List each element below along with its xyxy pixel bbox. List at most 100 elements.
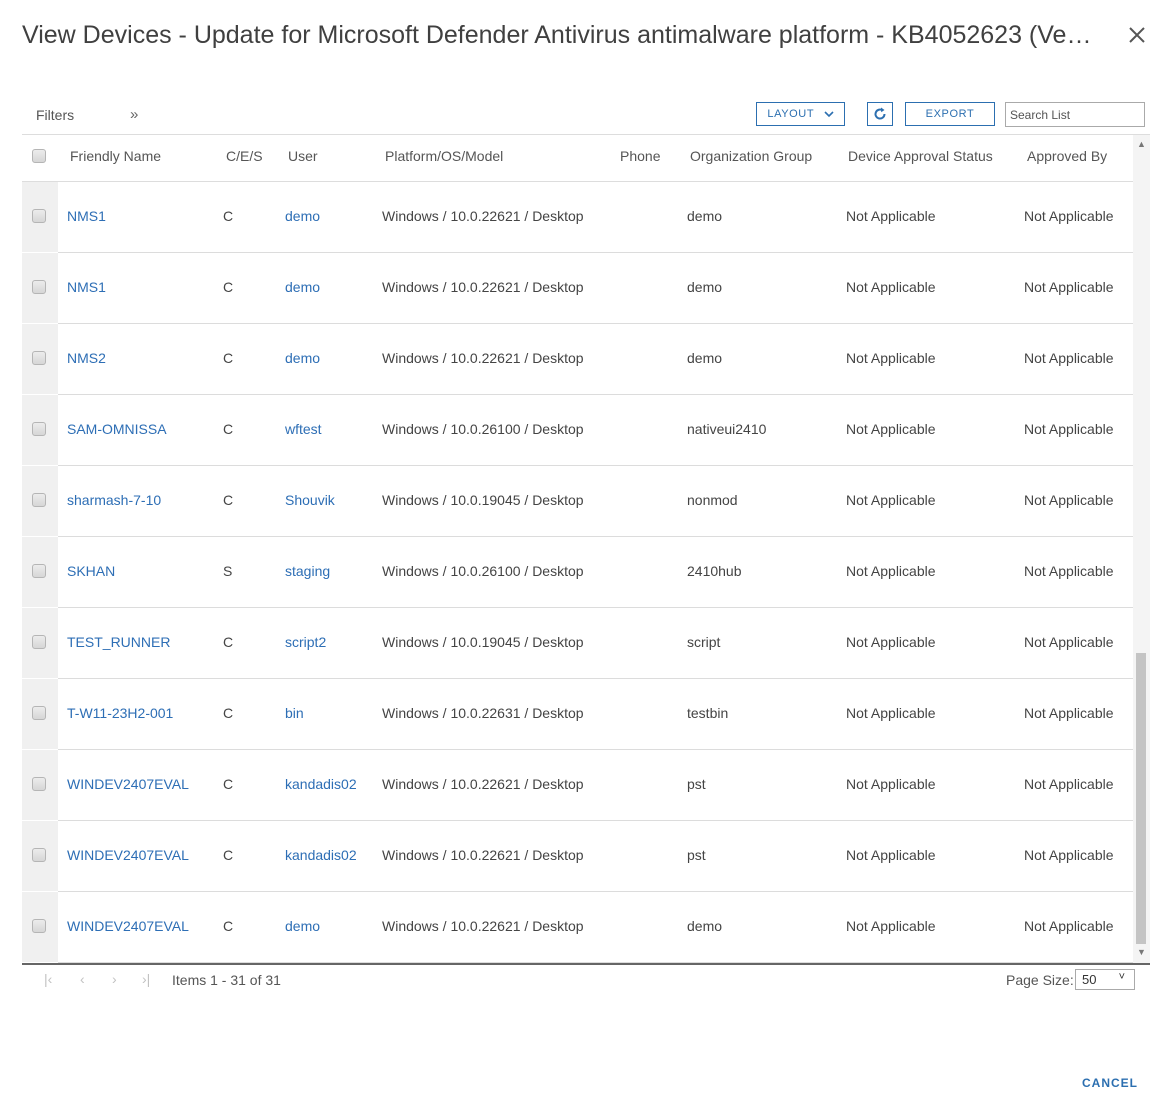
column-header-approval-status[interactable]: Device Approval Status	[848, 148, 993, 164]
ces-cell: C	[223, 492, 234, 508]
device-name-link[interactable]: TEST_RUNNER	[67, 634, 170, 650]
row-checkbox[interactable]	[32, 848, 46, 862]
column-header-organization-group[interactable]: Organization Group	[690, 148, 812, 164]
row-checkbox[interactable]	[32, 777, 46, 791]
scroll-down-icon[interactable]: ▼	[1137, 947, 1146, 957]
page-size-value: 50	[1082, 972, 1097, 987]
scrollbar-thumb[interactable]	[1136, 653, 1146, 944]
table-row[interactable]: T-W11-23H2-001 Cbin Windows / 10.0.22631 /…	[22, 679, 1133, 750]
column-header-platform[interactable]: Platform/OS/Model	[385, 148, 503, 164]
close-button[interactable]	[1122, 20, 1152, 50]
items-count: Items 1 - 31 of 31	[172, 972, 281, 988]
ces-cell: C	[223, 279, 234, 295]
next-page-icon[interactable]: ›	[112, 971, 117, 987]
row-select-cell	[22, 395, 58, 465]
device-name-link[interactable]: sharmash-7-10	[67, 492, 161, 508]
column-header-user[interactable]: User	[288, 148, 318, 164]
table-row[interactable]: NMS2 Cdemo Windows / 10.0.22621 / Desktop d…	[22, 324, 1133, 395]
approved-by-cell: Not Applicable	[1024, 350, 1114, 366]
export-button[interactable]: EXPORT	[905, 102, 995, 126]
user-link[interactable]: kandadis02	[285, 847, 357, 863]
row-checkbox[interactable]	[32, 706, 46, 720]
organization-group-cell: pst	[687, 847, 706, 863]
organization-group-cell: 2410hub	[687, 563, 742, 579]
user-link[interactable]: bin	[285, 705, 304, 721]
row-checkbox[interactable]	[32, 493, 46, 507]
organization-group-cell: demo	[687, 279, 723, 295]
table-row[interactable]: TEST_RUNNER Cscript2 Windows / 10.0.19045 …	[22, 608, 1133, 679]
device-name-link[interactable]: WINDEV2407EVAL	[67, 918, 189, 934]
user-link[interactable]: demo	[285, 918, 320, 934]
column-header-ces[interactable]: C/E/S	[226, 148, 263, 164]
table-row[interactable]: WINDEV2407EVAL Cdemo Windows / 10.0.22621 …	[22, 892, 1133, 963]
previous-page-icon[interactable]: ‹	[80, 971, 85, 987]
device-name-link[interactable]: WINDEV2407EVAL	[67, 776, 189, 792]
organization-group-cell: nonmod	[687, 492, 738, 508]
user-link[interactable]: demo	[285, 350, 320, 366]
device-name-link[interactable]: SKHAN	[67, 563, 115, 579]
device-name-link[interactable]: NMS1	[67, 208, 106, 224]
platform-cell: Windows / 10.0.22621 / Desktop	[382, 776, 584, 792]
platform-cell: Windows / 10.0.26100 / Desktop	[382, 421, 584, 437]
devices-grid: Friendly Name C/E/S User Platform/OS/Mod…	[22, 134, 1150, 965]
table-row[interactable]: NMS1 Cdemo Windows / 10.0.22621 / Desktop d…	[22, 253, 1133, 324]
refresh-button[interactable]	[867, 102, 893, 126]
column-header-approved-by[interactable]: Approved By	[1027, 148, 1107, 164]
device-name-link[interactable]: NMS1	[67, 279, 106, 295]
platform-cell: Windows / 10.0.22621 / Desktop	[382, 208, 584, 224]
row-checkbox[interactable]	[32, 422, 46, 436]
row-checkbox[interactable]	[32, 209, 46, 223]
page-size-select[interactable]: 50 ˅	[1075, 969, 1135, 990]
row-select-cell	[22, 679, 58, 749]
row-select-cell	[22, 750, 58, 820]
row-checkbox[interactable]	[32, 564, 46, 578]
expand-filters-icon[interactable]: »	[130, 106, 138, 123]
row-select-cell	[22, 821, 58, 891]
row-checkbox[interactable]	[32, 351, 46, 365]
table-row[interactable]: WINDEV2407EVAL Ckandadis02 Windows / 10.0.…	[22, 750, 1133, 821]
search-input[interactable]	[1005, 102, 1145, 127]
organization-group-cell: nativeui2410	[687, 421, 767, 437]
organization-group-cell: demo	[687, 918, 723, 934]
row-checkbox[interactable]	[32, 280, 46, 294]
approval-status-cell: Not Applicable	[846, 918, 936, 934]
organization-group-cell: demo	[687, 208, 723, 224]
layout-button[interactable]: LAYOUT	[756, 102, 845, 126]
user-link[interactable]: wftest	[285, 421, 322, 437]
platform-cell: Windows / 10.0.22621 / Desktop	[382, 847, 584, 863]
column-header-friendly-name[interactable]: Friendly Name	[70, 148, 161, 164]
ces-cell: C	[223, 776, 234, 792]
user-link[interactable]: staging	[285, 563, 330, 579]
table-row[interactable]: SAM-OMNISSA Cwftest Windows / 10.0.26100 /…	[22, 395, 1133, 466]
device-name-link[interactable]: WINDEV2407EVAL	[67, 847, 189, 863]
user-link[interactable]: demo	[285, 208, 320, 224]
device-name-link[interactable]: NMS2	[67, 350, 106, 366]
row-checkbox[interactable]	[32, 635, 46, 649]
row-select-cell	[22, 324, 58, 394]
user-link[interactable]: demo	[285, 279, 320, 295]
approval-status-cell: Not Applicable	[846, 279, 936, 295]
scroll-up-icon[interactable]: ▲	[1137, 139, 1146, 149]
vertical-scrollbar[interactable]: ▲ ▼	[1133, 135, 1150, 965]
user-link[interactable]: Shouvik	[285, 492, 335, 508]
row-select-cell	[22, 466, 58, 536]
table-row[interactable]: NMS1 Cdemo Windows / 10.0.22621 / Desktop d…	[22, 182, 1133, 253]
device-name-link[interactable]: T-W11-23H2-001	[67, 705, 173, 721]
table-row[interactable]: SKHAN Sstaging Windows / 10.0.26100 / Desk…	[22, 537, 1133, 608]
first-page-icon[interactable]: |‹	[44, 971, 52, 987]
table-row[interactable]: WINDEV2407EVAL Ckandadis02 Windows / 10.0.…	[22, 821, 1133, 892]
user-link[interactable]: script2	[285, 634, 326, 650]
ces-cell: C	[223, 421, 234, 437]
column-header-phone[interactable]: Phone	[620, 148, 660, 164]
approved-by-cell: Not Applicable	[1024, 776, 1114, 792]
device-name-link[interactable]: SAM-OMNISSA	[67, 421, 167, 437]
approved-by-cell: Not Applicable	[1024, 279, 1114, 295]
user-link[interactable]: kandadis02	[285, 776, 357, 792]
row-checkbox[interactable]	[32, 919, 46, 933]
last-page-icon[interactable]: ›|	[142, 971, 150, 987]
approval-status-cell: Not Applicable	[846, 705, 936, 721]
ces-cell: C	[223, 634, 234, 650]
cancel-button[interactable]: CANCEL	[1082, 1076, 1138, 1090]
select-all-checkbox[interactable]	[32, 149, 46, 163]
table-row[interactable]: sharmash-7-10 C Shouvik Windows / 10.0.1904…	[22, 466, 1133, 537]
